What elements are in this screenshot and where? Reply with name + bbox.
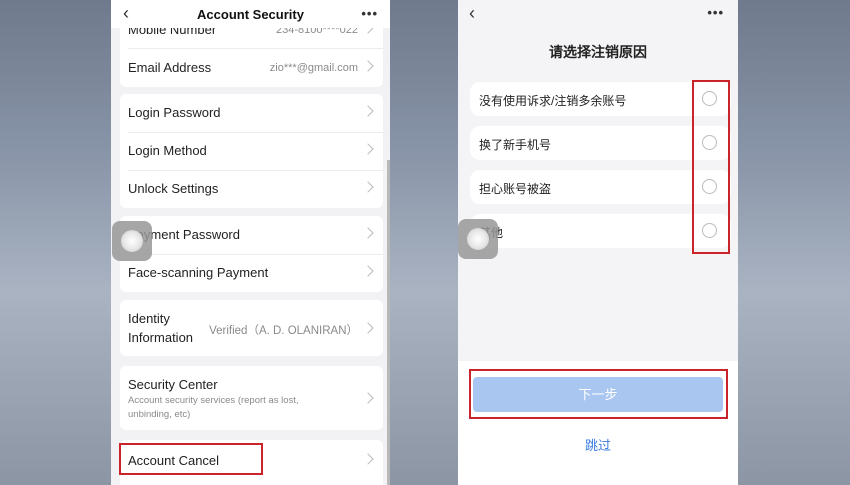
chevron-left-icon[interactable]: ‹	[469, 4, 475, 22]
unlock-settings-row[interactable]: Unlock Settings	[120, 170, 383, 208]
reason-label: 没有使用诉求/注销多余账号	[479, 94, 627, 108]
security-center-sublabel-line2: unbinding, etc)	[128, 409, 191, 420]
more-dots-icon[interactable]: •••	[707, 5, 724, 20]
next-button-highlight	[469, 369, 728, 419]
assistive-touch-button[interactable]	[112, 221, 152, 261]
identity-verified-value: Verified（A. D. OLANIRAN）	[209, 325, 358, 337]
login-method-label: Login Method	[128, 143, 207, 158]
reason-label: 换了新手机号	[479, 138, 552, 152]
chevron-right-icon	[362, 105, 374, 117]
radio-column-highlight	[692, 80, 730, 254]
login-password-row[interactable]: Login Password	[120, 94, 383, 132]
email-address-value: zio***@gmail.com	[269, 62, 358, 74]
identity-label-line2: Information	[128, 330, 194, 345]
chevron-right-icon	[362, 322, 374, 334]
chevron-right-icon	[362, 60, 374, 72]
page-title: 请选择注销原因	[549, 44, 647, 60]
account-security-screen: ‹ Account Security ••• Mobile Number 234…	[111, 0, 390, 485]
chevron-right-icon	[362, 181, 374, 193]
payment-group: Payment Password Face-scanning Payment	[120, 216, 383, 292]
identity-label-line1: Identity	[128, 311, 170, 326]
payment-password-row[interactable]: Payment Password	[120, 216, 383, 254]
reason-label: 担心账号被盗	[479, 182, 552, 196]
email-address-label: Email Address	[128, 60, 212, 75]
header-bar: ‹ Account Security •••	[111, 0, 390, 28]
page-title: Account Security	[197, 7, 304, 22]
email-address-row[interactable]: Email Address zio***@gmail.com	[120, 49, 383, 87]
identity-group: Identity Information Verified（A. D. OLAN…	[120, 300, 383, 356]
header-bar: ‹ •••	[458, 0, 738, 30]
security-center-label: Security Center	[128, 377, 218, 392]
assistive-touch-icon	[121, 230, 143, 252]
scrollbar[interactable]	[387, 160, 390, 485]
chevron-right-icon	[362, 265, 374, 277]
face-scanning-payment-row[interactable]: Face-scanning Payment	[120, 254, 383, 292]
assistive-touch-icon	[467, 228, 489, 250]
chevron-right-icon	[362, 143, 374, 155]
identity-information-row[interactable]: Identity Information Verified（A. D. OLAN…	[120, 300, 383, 356]
face-scanning-payment-label: Face-scanning Payment	[128, 265, 269, 280]
login-group: Login Password Login Method Unlock Setti…	[120, 94, 383, 208]
security-center-row[interactable]: Security Center Account security service…	[120, 366, 383, 430]
chevron-right-icon	[362, 392, 374, 404]
login-password-label: Login Password	[128, 105, 221, 120]
more-dots-icon[interactable]: •••	[361, 6, 378, 21]
account-cancel-highlight	[119, 443, 263, 475]
security-center-sublabel-line1: Account security services (report as los…	[128, 395, 299, 406]
login-method-row[interactable]: Login Method	[120, 132, 383, 170]
skip-link[interactable]: 跳过	[458, 435, 738, 454]
chevron-right-icon	[362, 227, 374, 239]
security-center-group: Security Center Account security service…	[120, 366, 383, 430]
unlock-settings-label: Unlock Settings	[128, 181, 219, 196]
assistive-touch-button[interactable]	[458, 219, 498, 259]
chevron-right-icon	[362, 453, 374, 465]
